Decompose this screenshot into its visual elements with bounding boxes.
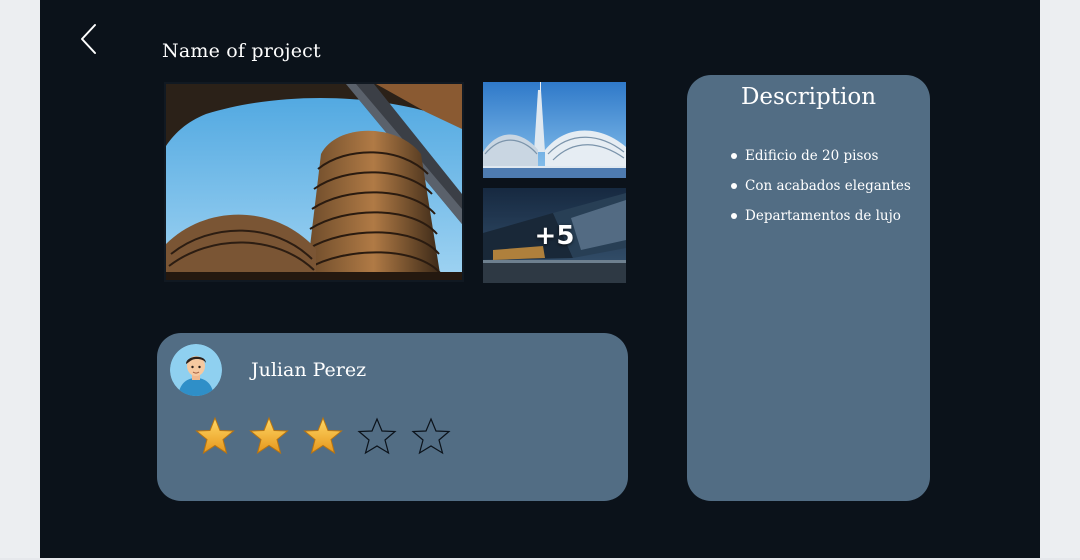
feature-list: Edificio de 20 pisos Con acabados elegan… <box>731 141 911 231</box>
feature-text: Con acabados elegantes <box>745 178 911 194</box>
gallery-main-image[interactable] <box>164 82 464 282</box>
feature-item: Con acabados elegantes <box>731 171 911 201</box>
feature-text: Departamentos de lujo <box>745 208 901 224</box>
author-name: Julian Perez <box>251 359 367 381</box>
main-building-photo <box>166 84 462 280</box>
tower-photo <box>483 82 626 178</box>
back-button[interactable] <box>78 22 104 56</box>
author-card: Julian Perez <box>157 333 628 501</box>
bullet-icon <box>731 213 737 219</box>
star-filled-icon[interactable] <box>303 416 343 456</box>
chevron-left-icon <box>81 24 96 54</box>
bullet-icon <box>731 153 737 159</box>
feature-item: Edificio de 20 pisos <box>731 141 911 171</box>
star-filled-icon[interactable] <box>195 416 235 456</box>
star-empty-icon[interactable] <box>357 416 397 456</box>
star-empty-icon[interactable] <box>411 416 451 456</box>
more-photos-count: +5 <box>534 220 575 251</box>
page-title: Name of project <box>162 40 321 62</box>
project-detail-screen: Name of project +5 Julian Perez Descript… <box>40 0 1040 558</box>
star-filled-icon[interactable] <box>249 416 289 456</box>
feature-item: Departamentos de lujo <box>731 201 911 231</box>
description-card: Description Edificio de 20 pisos Con aca… <box>687 75 930 501</box>
gallery-thumbnail[interactable] <box>483 82 626 178</box>
description-title: Description <box>740 84 877 110</box>
bullet-icon <box>731 183 737 189</box>
gallery-more-thumbnail[interactable]: +5 <box>483 188 626 283</box>
user-avatar-icon[interactable] <box>170 344 222 396</box>
feature-text: Edificio de 20 pisos <box>745 148 879 164</box>
star-rating[interactable] <box>195 416 451 456</box>
